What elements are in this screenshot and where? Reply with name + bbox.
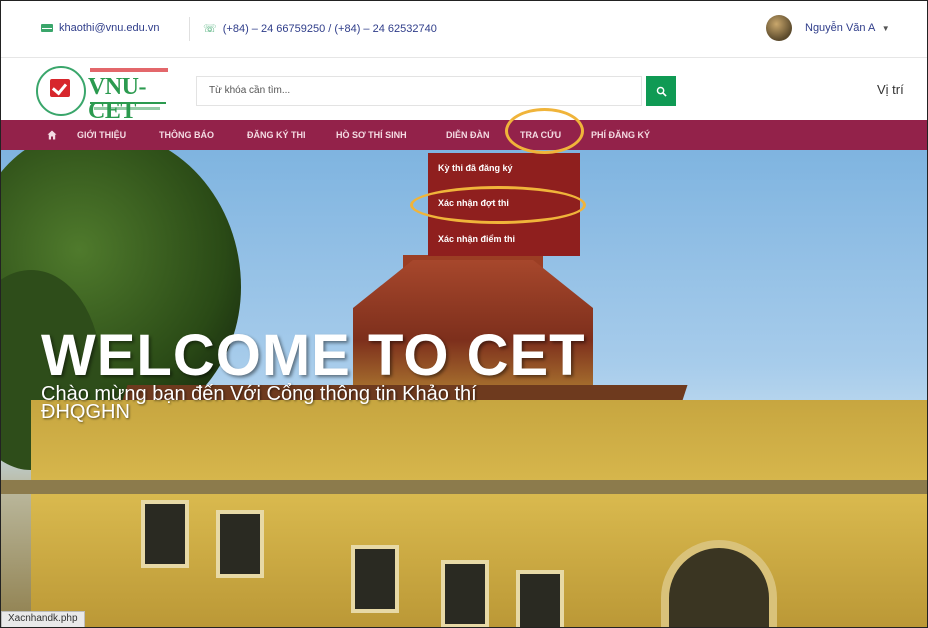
email-link[interactable]: khaothi@vnu.edu.vn bbox=[41, 22, 159, 34]
phone-icon: ☏ bbox=[203, 23, 217, 35]
chevron-down-icon: ▼ bbox=[881, 24, 890, 33]
user-name: Nguyễn Văn A bbox=[805, 22, 875, 34]
hero-image-window bbox=[216, 510, 264, 578]
phone-link[interactable]: ☏ (+84) – 24 66759250 / (+84) – 24 62532… bbox=[203, 22, 437, 36]
highlight-annotation bbox=[410, 186, 586, 224]
nav-item-thong-bao[interactable]: THÔNG BÁO bbox=[159, 120, 214, 150]
user-avatar[interactable] bbox=[766, 15, 792, 41]
dropdown-item-ky-thi-da-dang-ky[interactable]: Kỳ thi đã đăng ký bbox=[438, 163, 513, 173]
nav-item-gioi-thieu[interactable]: GIỚI THIỆU bbox=[77, 120, 126, 150]
email-text: khaothi@vnu.edu.vn bbox=[59, 22, 160, 34]
nav-item-dang-ky-thi[interactable]: ĐĂNG KÝ THI bbox=[247, 120, 306, 150]
user-menu[interactable]: Nguyễn Văn A ▼ bbox=[805, 22, 890, 34]
hero-image-building bbox=[1, 480, 927, 494]
check-icon bbox=[50, 79, 70, 97]
logo-text: VNU-CET bbox=[88, 74, 147, 124]
phone-text: (+84) – 24 66759250 / (+84) – 24 6253274… bbox=[222, 22, 437, 35]
nav-item-phi-dang-ky[interactable]: PHÍ ĐĂNG KÝ bbox=[591, 120, 650, 150]
dropdown-item-xac-nhan-diem-thi[interactable]: Xác nhận điểm thi bbox=[438, 234, 515, 244]
top-contact-bar: khaothi@vnu.edu.vn ☏ (+84) – 24 66759250… bbox=[1, 1, 927, 58]
mail-icon bbox=[41, 24, 53, 32]
browser-status-url: Xacnhandk.php bbox=[1, 611, 85, 627]
logo-decoration bbox=[94, 107, 160, 110]
hero-title: WELCOME TO CET bbox=[41, 323, 586, 388]
divider bbox=[189, 17, 190, 41]
hero-image-window bbox=[516, 570, 564, 627]
home-icon[interactable] bbox=[47, 130, 57, 140]
nav-item-dien-dan[interactable]: DIỄN ĐÀN bbox=[446, 120, 490, 150]
logo-decoration bbox=[90, 102, 166, 104]
logo-emblem-icon bbox=[36, 66, 86, 116]
hero-image-window bbox=[351, 545, 399, 613]
logo-decoration bbox=[90, 68, 168, 72]
header: VNU-CET Từ khóa cần tìm... Vị trí bbox=[1, 58, 927, 123]
nav-item-ho-so-thi-sinh[interactable]: HỒ SƠ THÍ SINH bbox=[336, 120, 407, 150]
hero-subtitle: Chào mừng bạn đến Với Cổng thông tin Khả… bbox=[41, 383, 477, 423]
hero-image-window bbox=[141, 500, 189, 568]
search-button[interactable] bbox=[646, 76, 676, 106]
main-nav: GIỚI THIỆU THÔNG BÁO ĐĂNG KÝ THI HỒ SƠ T… bbox=[1, 120, 927, 150]
search-icon bbox=[656, 86, 667, 97]
site-logo[interactable]: VNU-CET bbox=[36, 66, 168, 123]
hero-image-window bbox=[441, 560, 489, 627]
search-input[interactable]: Từ khóa cần tìm... bbox=[196, 76, 642, 106]
highlight-annotation bbox=[505, 108, 584, 154]
page-frame: khaothi@vnu.edu.vn ☏ (+84) – 24 66759250… bbox=[0, 0, 928, 628]
location-label[interactable]: Vị trí bbox=[877, 82, 904, 97]
